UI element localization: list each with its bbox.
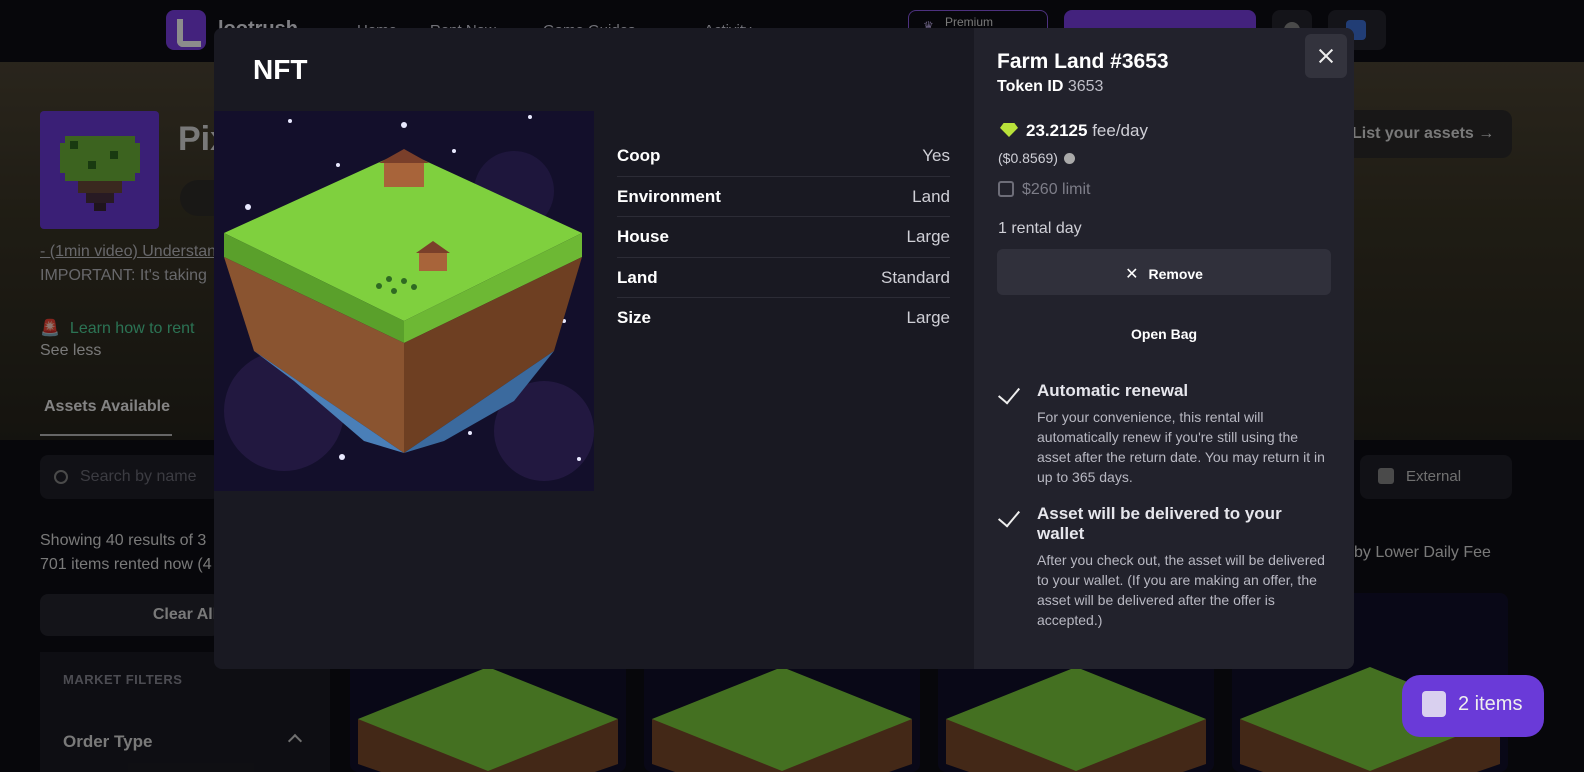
attribute-key: Size [617,308,652,327]
open-bag-label: Open Bag [1130,326,1198,342]
attribute-list: Coop Yes Environment Land House Large La… [617,136,950,339]
open-bag-button[interactable]: Open Bag [997,312,1331,358]
nft-image [214,111,594,491]
modal-title: NFT [253,54,308,85]
attribute-key: Environment [617,186,721,206]
attribute-value: Large [906,227,950,246]
attribute-value: Land [912,186,950,206]
bag-count: 2 items [1458,693,1523,715]
attribute-row: House Large [617,217,950,258]
close-button[interactable] [1305,34,1347,78]
attribute-key: Coop [617,146,661,165]
remove-label: Remove [1148,266,1203,282]
attribute-value: Yes [922,146,950,165]
attribute-row: Size Large [617,298,950,339]
attribute-row: Land Standard [617,258,950,298]
attribute-key: House [617,227,669,246]
attribute-value: Large [906,308,950,327]
attribute-row: Coop Yes [617,136,950,177]
shopping-bag-icon [1422,691,1446,717]
bag-button[interactable]: 2 items [1402,675,1544,737]
attribute-key: Land [617,267,658,287]
close-icon: ✕ [1125,266,1139,283]
attribute-row: Environment Land [617,177,950,217]
attribute-value: Standard [881,267,950,287]
remove-button[interactable]: ✕ Remove [997,249,1331,295]
